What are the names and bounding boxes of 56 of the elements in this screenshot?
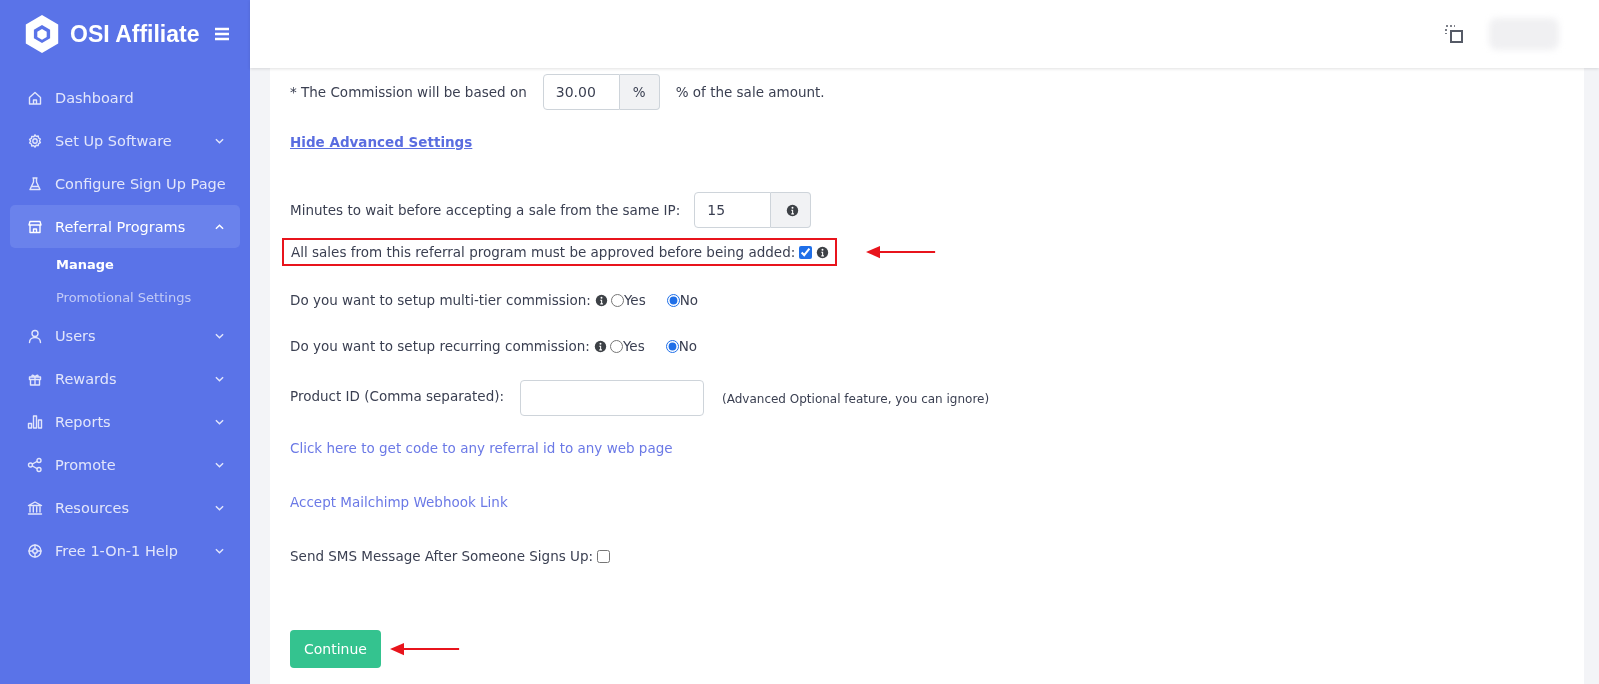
sidebar-item[interactable]: Reports <box>10 400 240 443</box>
bar-chart-icon <box>27 413 43 430</box>
menu-icon[interactable] <box>213 27 230 41</box>
percent-addon: % <box>619 74 660 110</box>
text-link[interactable]: Accept Mailchimp Webhook Link <box>290 494 508 510</box>
hide-advanced-link[interactable]: Hide Advanced Settings <box>290 134 473 150</box>
sidebar-item[interactable]: Dashboard <box>10 76 240 119</box>
flask-icon <box>27 175 43 192</box>
text-link[interactable]: Click here to get code to any referral id to any web page <box>290 440 673 456</box>
product-id-label: Product ID (Comma separated): <box>290 388 505 404</box>
brand-name: OSI Affiliate <box>70 20 200 48</box>
approval-label: All sales from this referral program must be approved before being added: <box>291 244 796 260</box>
sidebar-item[interactable]: Users <box>10 314 240 357</box>
gear-icon <box>27 132 43 149</box>
sidebar-item[interactable]: Free 1-On-1 Help <box>10 529 240 572</box>
user-icon <box>27 327 43 344</box>
hexagon-logo-icon <box>24 14 60 54</box>
store-icon <box>27 218 43 235</box>
sms-checkbox[interactable] <box>597 549 610 563</box>
sidebar-item[interactable]: Rewards <box>10 357 240 400</box>
option-label: No <box>679 292 699 308</box>
product-id-input[interactable] <box>520 380 705 416</box>
sidebar-item[interactable]: Referral Programs <box>10 205 240 248</box>
share-icon <box>27 456 43 473</box>
radio-button[interactable] <box>610 293 624 307</box>
lifebuoy-icon <box>27 542 43 559</box>
commission-suffix: % of the sale amount. <box>675 84 825 100</box>
radio-button[interactable] <box>665 339 679 353</box>
option-label: No <box>678 338 698 354</box>
bank-icon <box>27 499 43 516</box>
wait-minutes-input[interactable]: 15 <box>694 192 772 228</box>
fullscreen-icon[interactable] <box>1445 25 1463 43</box>
commission-input[interactable]: 30.00 <box>542 74 620 110</box>
submenu-item[interactable]: Promotional Settings <box>0 281 250 314</box>
sidebar-item[interactable]: Configure Sign Up Page <box>10 162 240 205</box>
option-label: Yes <box>623 292 646 308</box>
approval-checkbox[interactable] <box>799 245 813 259</box>
sms-label: Send SMS Message After Someone Signs Up: <box>290 548 593 564</box>
home-icon <box>27 89 43 106</box>
option-label: Yes <box>622 338 645 354</box>
sidebar-item[interactable]: Promote <box>10 443 240 486</box>
sidebar-item[interactable]: Resources <box>10 486 240 529</box>
info-icon[interactable] <box>786 203 800 217</box>
optional-note: (Advanced Optional feature, you can ignore) <box>722 392 990 406</box>
info-icon[interactable] <box>594 293 608 307</box>
question-label: Do you want to setup recurring commission: <box>290 338 590 354</box>
info-icon[interactable] <box>593 339 607 353</box>
info-icon[interactable] <box>816 245 830 259</box>
question-label: Do you want to setup multi-tier commission: <box>290 292 591 308</box>
commission-label: * The Commission will be based on <box>290 84 527 100</box>
continue-button[interactable]: Continue <box>290 630 381 668</box>
sidebar-item[interactable]: Set Up Software <box>10 119 240 162</box>
radio-button[interactable] <box>609 339 623 353</box>
radio-button[interactable] <box>666 293 680 307</box>
wait-minutes-label: Minutes to wait before accepting a sale from the same IP: <box>290 202 681 218</box>
submenu-item[interactable]: Manage <box>0 248 250 281</box>
